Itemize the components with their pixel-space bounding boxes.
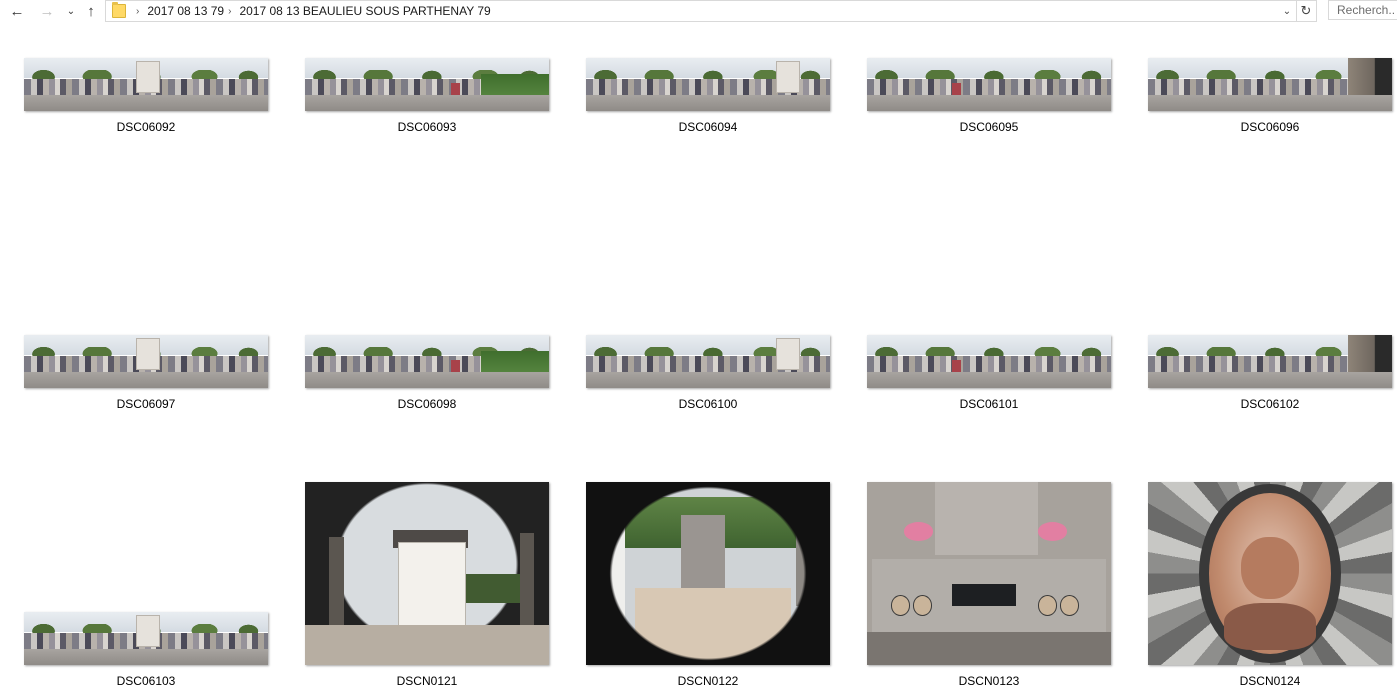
file-thumbnail[interactable] (24, 58, 268, 111)
file-thumbnail[interactable] (305, 58, 549, 111)
file-name-label[interactable]: DSCN0122 (586, 674, 830, 688)
file-thumbnail[interactable] (586, 335, 830, 388)
file-name-label[interactable]: DSC06092 (24, 120, 268, 134)
file-thumbnail[interactable] (867, 482, 1111, 665)
folder-icon (112, 2, 126, 18)
breadcrumb-item-parent[interactable]: 2017 08 13 79 (147, 4, 224, 18)
address-dropdown-chevron-icon[interactable]: ⌄ (1278, 1, 1296, 21)
breadcrumb-separator-icon[interactable]: › (136, 6, 139, 17)
file-thumbnail[interactable] (1148, 482, 1392, 665)
file-thumbnail[interactable] (586, 482, 830, 665)
file-name-label[interactable]: DSC06098 (305, 397, 549, 411)
file-name-label[interactable]: DSC06100 (586, 397, 830, 411)
up-arrow-icon[interactable]: ↑ (80, 0, 102, 22)
file-thumbnail[interactable] (24, 335, 268, 388)
back-arrow-icon[interactable]: ← (6, 0, 28, 22)
file-name-label[interactable]: DSCN0124 (1148, 674, 1392, 688)
file-name-label[interactable]: DSC06095 (867, 120, 1111, 134)
file-thumbnail[interactable] (1148, 58, 1392, 111)
breadcrumb-item-current[interactable]: 2017 08 13 BEAULIEU SOUS PARTHENAY 79 (239, 4, 490, 18)
file-thumbnail[interactable] (867, 335, 1111, 388)
file-name-label[interactable]: DSCN0121 (305, 674, 549, 688)
file-thumbnail[interactable] (305, 335, 549, 388)
address-bar[interactable]: › 2017 08 13 79 › 2017 08 13 BEAULIEU SO… (105, 0, 1297, 22)
file-name-label[interactable]: DSC06093 (305, 120, 549, 134)
file-thumbnail[interactable] (1148, 335, 1392, 388)
file-name-label[interactable]: DSC06101 (867, 397, 1111, 411)
refresh-icon[interactable]: ↻ (1296, 0, 1317, 22)
address-toolbar: ← → ⌄ ↑ › 2017 08 13 79 › 2017 08 13 BEA… (0, 0, 1397, 22)
file-thumbnail[interactable] (305, 482, 549, 665)
breadcrumb-separator-icon[interactable]: › (228, 6, 231, 17)
file-thumbnail[interactable] (586, 58, 830, 111)
file-name-label[interactable]: DSC06103 (24, 674, 268, 688)
file-name-label[interactable]: DSC06094 (586, 120, 830, 134)
file-name-label[interactable]: DSCN0123 (867, 674, 1111, 688)
file-thumbnail[interactable] (867, 58, 1111, 111)
search-input[interactable] (1328, 0, 1397, 20)
recent-locations-chevron-icon[interactable]: ⌄ (64, 0, 78, 22)
file-name-label[interactable]: DSC06097 (24, 397, 268, 411)
forward-arrow-icon[interactable]: → (36, 0, 58, 22)
file-name-label[interactable]: DSC06096 (1148, 120, 1392, 134)
file-grid: DSC06092 DSC06093 DSC06094 DSC06095 DSC06096… (0, 22, 1397, 694)
file-name-label[interactable]: DSC06102 (1148, 397, 1392, 411)
file-thumbnail[interactable] (24, 612, 268, 665)
